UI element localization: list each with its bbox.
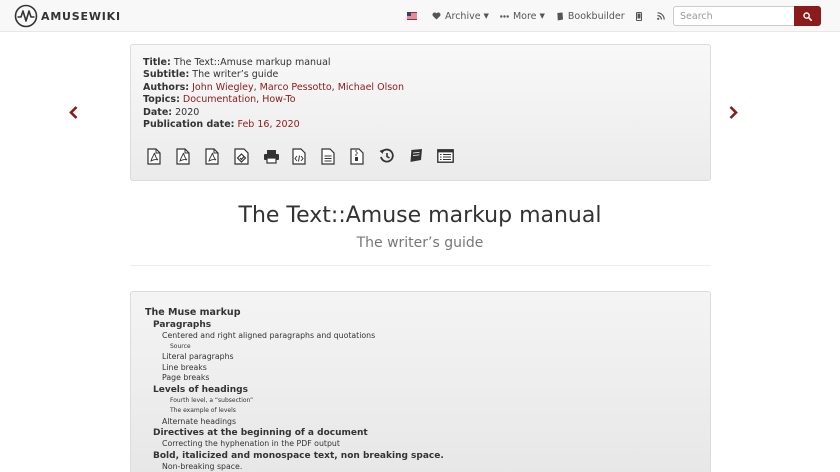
table-of-contents: The Muse markup Paragraphs Centered and ri… xyxy=(130,291,711,472)
top-navbar: AMUSEWIKI Archive ▼ More ▼ Bookbuilder S… xyxy=(0,0,840,32)
brand-name: AMUSEWIKI xyxy=(41,9,121,23)
toc-item[interactable]: Non-breaking space. xyxy=(145,462,444,472)
meta-subtitle-value: The writer’s guide xyxy=(192,69,279,81)
meta-subtitle-label: Subtitle: xyxy=(143,69,190,81)
toc-item[interactable]: Source xyxy=(145,342,444,353)
download-pdf-letter-button[interactable] xyxy=(205,146,234,166)
chevron-right-icon xyxy=(729,105,738,119)
meta-date-value: 2020 xyxy=(175,106,200,118)
search-input[interactable] xyxy=(673,6,794,26)
brand-logo[interactable]: AMUSEWIKI xyxy=(14,4,121,28)
download-toolbar xyxy=(147,146,466,166)
html-icon xyxy=(292,147,306,165)
page-title: The Text::Amuse markup manual xyxy=(238,203,602,228)
toc-item[interactable]: The example of levels xyxy=(145,406,444,417)
amusewiki-logo-icon xyxy=(14,4,38,28)
meta-topics-row: Topics: Documentation, How-To xyxy=(143,94,296,106)
toc-item[interactable]: The Muse markup xyxy=(145,307,444,319)
nav-bookbuilder-label: Bookbuilder xyxy=(567,10,625,22)
meta-date-label: Date: xyxy=(143,106,173,118)
heart-icon xyxy=(432,12,441,20)
caret-down-icon: ▼ xyxy=(483,12,489,20)
meta-subtitle-row: Subtitle: The writer’s guide xyxy=(143,69,404,81)
toc-item[interactable]: Directives at the beginning of a documen… xyxy=(145,427,444,439)
divider xyxy=(130,265,711,266)
pdf-a4-icon xyxy=(176,147,190,165)
nav-mobile[interactable] xyxy=(635,11,646,21)
toc-item[interactable]: Literal paragraphs xyxy=(145,352,444,363)
caret-down-icon: ▼ xyxy=(539,12,545,20)
topic-link[interactable]: Documentation xyxy=(183,94,256,105)
ellipsis-icon xyxy=(500,14,509,18)
download-pdf-button[interactable] xyxy=(147,146,176,166)
meta-title-value: The Text::Amuse markup manual xyxy=(173,57,331,68)
search-button[interactable] xyxy=(794,6,821,26)
toc-list-icon xyxy=(437,149,454,163)
page-subtitle: The writer’s guide xyxy=(356,235,484,251)
search-icon xyxy=(803,11,812,21)
nav-more-label: More xyxy=(512,10,537,22)
print-button[interactable] xyxy=(263,146,292,166)
author-link[interactable]: Michael Olson xyxy=(338,82,404,93)
toc-item[interactable]: Bold, italicized and monospace text, non… xyxy=(145,450,444,462)
meta-pubdate-row: Publication date: Feb 16, 2020 xyxy=(143,119,404,131)
nav-bookbuilder[interactable]: Bookbuilder xyxy=(556,11,625,22)
toc-list: The Muse markup Paragraphs Centered and ri… xyxy=(145,307,444,472)
download-text-button[interactable] xyxy=(321,146,350,166)
meta-title-label: Title: xyxy=(143,57,171,68)
text-info-panel: Title: The Text::Amuse markup manual Sub… xyxy=(130,44,711,181)
toc-item[interactable]: Paragraphs xyxy=(145,319,444,331)
next-text-button[interactable] xyxy=(727,104,739,120)
topic-link[interactable]: How-To xyxy=(262,94,295,105)
pdf-letter-icon xyxy=(205,147,219,165)
pubdate-link[interactable]: Feb 16, 2020 xyxy=(238,119,300,130)
epub-icon xyxy=(234,147,249,165)
toc-item[interactable]: Page breaks xyxy=(145,373,444,384)
toc-item[interactable]: Alternate headings xyxy=(145,417,444,428)
nav-archive-label: Archive xyxy=(445,10,481,22)
nav-menu: Archive ▼ More ▼ Bookbuilder xyxy=(407,0,705,32)
meta-date-row: Date: 2020 xyxy=(143,107,404,119)
meta-topics-label: Topics: xyxy=(143,94,180,106)
download-pdf-a4-button[interactable] xyxy=(176,146,205,166)
toc-item[interactable]: Line breaks xyxy=(145,363,444,374)
add-to-bookbuilder-button[interactable] xyxy=(408,146,437,166)
source-zip-icon xyxy=(350,147,364,165)
download-source-button[interactable] xyxy=(350,146,379,166)
print-icon xyxy=(264,149,279,164)
previous-text-button[interactable] xyxy=(67,104,79,120)
download-html-button[interactable] xyxy=(292,146,321,166)
chevron-left-icon xyxy=(68,105,77,119)
author-link[interactable]: John Wiegley xyxy=(192,82,253,93)
toc-item[interactable]: Centered and right aligned paragraphs an… xyxy=(145,331,444,342)
history-icon xyxy=(379,148,394,163)
meta-authors-label: Authors: xyxy=(143,81,190,93)
toc-item[interactable]: Fourth level, a “subsection” xyxy=(145,396,444,407)
nav-archive[interactable]: Archive ▼ xyxy=(432,11,489,22)
nav-rss[interactable] xyxy=(656,12,669,20)
meta-pubdate-label: Publication date: xyxy=(143,119,235,131)
flag-icon xyxy=(407,12,417,20)
nav-flag-language[interactable] xyxy=(407,12,421,20)
bookbuilder-add-icon xyxy=(409,149,422,163)
text-icon xyxy=(321,147,335,165)
toc-item[interactable]: Correcting the hyphenation in the PDF ou… xyxy=(145,439,444,450)
mobile-icon xyxy=(635,11,642,21)
history-button[interactable] xyxy=(379,146,408,166)
pdf-icon xyxy=(147,147,161,165)
text-metadata: Title: The Text::Amuse markup manual Sub… xyxy=(143,57,404,131)
table-of-contents-button[interactable] xyxy=(437,146,466,166)
meta-authors-row: Authors: John Wiegley, Marco Pessotto, M… xyxy=(143,81,404,93)
nav-more[interactable]: More ▼ xyxy=(500,11,545,22)
download-epub-button[interactable] xyxy=(234,146,263,166)
book-icon xyxy=(556,12,563,21)
meta-title-row: Title: The Text::Amuse markup manual xyxy=(143,57,404,69)
toc-item[interactable]: Levels of headings xyxy=(145,384,444,396)
rss-icon xyxy=(656,12,665,20)
author-link[interactable]: Marco Pessotto xyxy=(260,82,332,93)
